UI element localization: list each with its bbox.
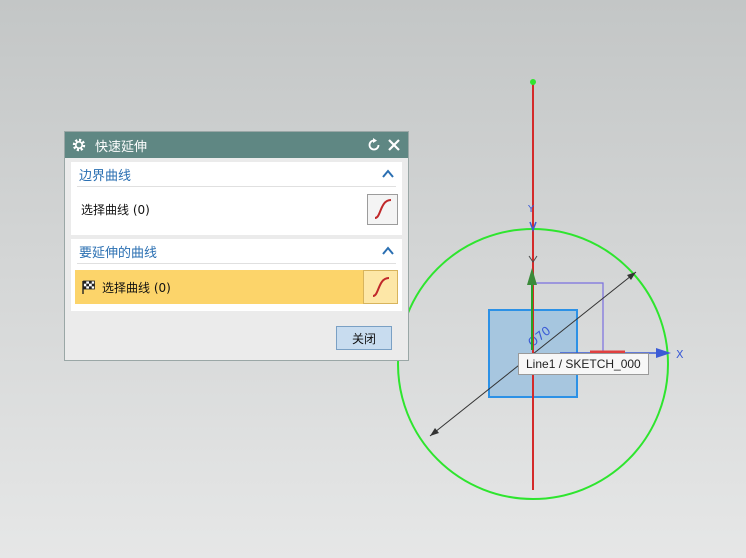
line-endpoint-marker[interactable]	[530, 79, 536, 85]
select-extend-curve-label: 选择曲线 (0)	[102, 280, 171, 295]
select-extend-curve-button[interactable]	[363, 270, 398, 304]
selection-tooltip: Line1 / SKETCH_000	[518, 353, 649, 375]
x-axis-label: X	[676, 348, 684, 361]
chevron-up-icon[interactable]	[382, 169, 394, 179]
chevron-up-icon[interactable]	[382, 246, 394, 256]
section-divider	[77, 186, 396, 187]
gear-icon[interactable]	[71, 137, 87, 153]
dialog-titlebar[interactable]: 快速延伸	[65, 132, 408, 158]
curve-icon	[372, 277, 389, 297]
close-icon[interactable]	[386, 137, 402, 153]
section-boundary-curve: 边界曲线 选择曲线 (0)	[71, 162, 402, 235]
y-axis-arrow-icon	[527, 268, 537, 285]
section-curve-to-extend: 要延伸的曲线 选择曲线 (0)	[71, 239, 402, 311]
close-button[interactable]: 关闭	[336, 326, 392, 350]
quick-extend-dialog: 快速延伸 边界曲线 选择曲线 (0) 要延伸的曲线 选择曲线 (0) 关闭	[64, 131, 409, 361]
curve-icon	[374, 199, 391, 219]
dimension-arrow-icon	[430, 428, 439, 436]
select-boundary-curve-button[interactable]	[367, 193, 398, 225]
section-boundary-label: 边界曲线	[79, 168, 132, 184]
checkered-flag-icon	[81, 280, 97, 294]
select-boundary-curve-row[interactable]: 选择曲线 (0)	[75, 192, 398, 226]
select-extend-curve-row[interactable]: 选择曲线 (0)	[75, 270, 398, 304]
section-divider	[77, 263, 396, 264]
section-boundary-header[interactable]: 边界曲线	[71, 162, 402, 186]
select-boundary-curve-label: 选择曲线 (0)	[81, 202, 150, 217]
constraint-marker-icon: Y	[527, 204, 535, 215]
section-extend-header[interactable]: 要延伸的曲线	[71, 239, 402, 263]
dialog-title: 快速延伸	[95, 139, 148, 155]
section-extend-label: 要延伸的曲线	[79, 245, 158, 261]
reset-icon[interactable]	[366, 137, 382, 153]
